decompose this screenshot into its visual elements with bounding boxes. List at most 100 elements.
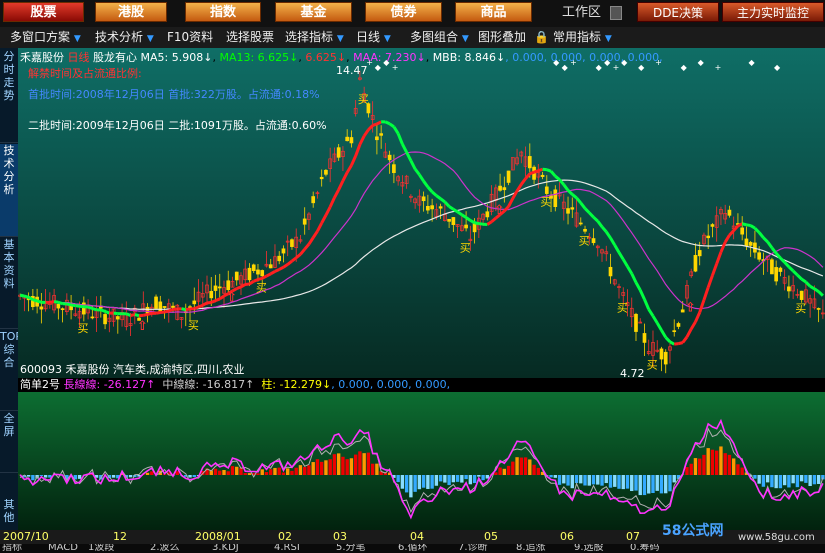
ma5-value: 5.908↓	[171, 51, 213, 64]
indicator-bar	[43, 475, 48, 478]
candle-body	[158, 301, 163, 312]
indicator-bar	[634, 475, 638, 491]
candle-body	[642, 333, 647, 343]
toolbar-period[interactable]: 日线 ▼	[356, 27, 391, 48]
candle-body	[506, 170, 511, 183]
dde-button[interactable]: DDE决策	[637, 2, 719, 22]
indicator-bar	[426, 475, 430, 489]
bottom-tab[interactable]: 4.RSI	[274, 544, 300, 553]
trend-segment	[147, 311, 153, 316]
bottom-tab[interactable]: 1波段	[88, 544, 114, 553]
trend-segment	[214, 297, 221, 303]
bottom-tab[interactable]: 6.循环	[398, 544, 428, 553]
toolbar-select-stock[interactable]: 选择股票	[226, 27, 274, 48]
indicator-bar	[222, 470, 226, 475]
sidebar-tab-fullscreen[interactable]: 全屏	[0, 412, 18, 473]
bottom-tab[interactable]: 5.分笔	[336, 544, 366, 553]
indicator-bar	[778, 475, 783, 489]
candle-body	[421, 196, 426, 202]
indicator-bar	[528, 459, 532, 475]
ma-zero-values: , 0.000, 0.000, 0.000, 0.000,	[505, 51, 663, 64]
trend-segment	[113, 311, 118, 316]
toolbar-overlay[interactable]: 图形叠加	[478, 27, 526, 48]
indicator-bar	[260, 469, 264, 475]
indicator-bar	[269, 469, 273, 475]
main-monitor-button[interactable]: 主力实时监控	[722, 2, 824, 22]
nav-bonds-button[interactable]: 债券	[365, 2, 442, 22]
bottom-tab[interactable]: 8.追涨	[516, 544, 546, 553]
indicator-bar	[464, 475, 468, 480]
toolbar-tech-analysis[interactable]: 技术分析 ▼	[95, 27, 154, 48]
sidebar-tab-top[interactable]: TOP综合	[0, 330, 22, 411]
indicator-bar	[366, 452, 371, 475]
bottom-tab[interactable]: 3.KDJ	[212, 544, 239, 553]
sidebar-tab-timeshare[interactable]: 分时走势	[0, 50, 18, 143]
indicator-bar	[243, 472, 247, 475]
axis-label: 04	[410, 530, 424, 543]
toolbar-common-indicators[interactable]: 常用指标 ▼	[553, 27, 612, 48]
trend-segment	[142, 312, 148, 317]
candle-body	[744, 238, 749, 247]
bottom-tab[interactable]: MACD	[48, 544, 78, 553]
candle-body	[672, 330, 677, 333]
indicator-bar	[192, 475, 196, 478]
bottom-tab[interactable]: 7.诊断	[458, 544, 488, 553]
indicator-bar	[370, 463, 375, 475]
buy-signal: 买	[540, 196, 551, 209]
indicator-bar	[396, 475, 400, 483]
diamond-marker-icon: +	[715, 63, 722, 72]
workarea-label[interactable]: 工作区	[562, 3, 601, 23]
indicator-bar	[621, 475, 625, 490]
indicator-bar	[477, 475, 481, 477]
toolbar-multichart[interactable]: 多图组合 ▼	[410, 27, 469, 48]
up-arrow-icon: ⇧	[685, 300, 696, 315]
nav-commodities-button[interactable]: 商品	[455, 2, 532, 22]
trend-segment	[236, 285, 242, 290]
indicator-bar	[536, 467, 541, 475]
indicator-bar	[468, 475, 473, 485]
indicator-bar	[226, 471, 230, 475]
indicator-bar	[693, 458, 698, 475]
nav-funds-button[interactable]: 基金	[275, 2, 352, 22]
diamond-marker-icon: +	[392, 63, 399, 72]
candle-body	[171, 305, 175, 308]
unlock-hint: 解禁时间及占流通比例:	[28, 67, 142, 80]
bottom-tab[interactable]: 9.选股	[574, 544, 604, 553]
candle-body	[217, 286, 222, 289]
bottom-tab[interactable]: 指标	[2, 544, 22, 553]
candle-body	[234, 271, 239, 281]
nav-hk-stocks-button[interactable]: 港股	[95, 2, 167, 22]
bottom-tab[interactable]: 0.筹码	[630, 544, 660, 553]
workarea-icon[interactable]	[610, 6, 622, 20]
nav-stocks-button[interactable]: 股票	[3, 2, 84, 22]
trend-segment	[66, 302, 72, 307]
left-sidebar: 分时走势 技术分析 基本资料 TOP综合 全屏 其他	[0, 48, 22, 553]
sidebar-tab-tech[interactable]: 技术分析	[0, 144, 18, 237]
indicator-bar	[213, 468, 218, 475]
stock-name: 禾嘉股份	[20, 51, 64, 64]
toolbar-multiwindow[interactable]: 多窗口方案 ▼	[10, 27, 81, 48]
candle-body	[693, 255, 698, 272]
toolbar-select-indicator[interactable]: 选择指标 ▼	[285, 27, 344, 48]
lock-icon[interactable]: 🔒	[534, 27, 549, 48]
bottom-tab[interactable]: 2.波么	[150, 544, 180, 553]
indicator-bar	[591, 475, 596, 485]
toolbar-f10[interactable]: F10资料	[167, 27, 213, 48]
toolbar-f10-label: F10资料	[167, 30, 214, 44]
axis-label: 05	[484, 530, 498, 543]
candle-body	[115, 316, 120, 320]
sidebar-tab-fundamental[interactable]: 基本资料	[0, 238, 18, 329]
indicator-bar	[672, 475, 676, 483]
candle-body	[659, 348, 664, 360]
nav-index-button[interactable]: 指数	[185, 2, 261, 22]
stock-info-line: 600093 禾嘉股份 汽车类,成渝特区,四川,农业	[20, 363, 245, 376]
buy-signal: 买	[188, 319, 199, 332]
trend-segment	[168, 307, 174, 313]
chart-area[interactable]: 买买买买买买买买买买 ⇧ ⇧ ⇧ ⇧ + ◆ ◆ + ◆ ◆ + ◆ ◆ + ◆ ◆ + ◆ ◆ + ◆ ◆ 禾嘉股份 …	[18, 48, 825, 553]
indicator-bar	[515, 457, 519, 475]
trend-segment	[372, 122, 378, 127]
mbb-label: MBB:	[432, 51, 461, 64]
trend-segment	[130, 313, 136, 317]
indicator-bar	[460, 475, 464, 483]
buy-signal: 买	[460, 241, 471, 254]
